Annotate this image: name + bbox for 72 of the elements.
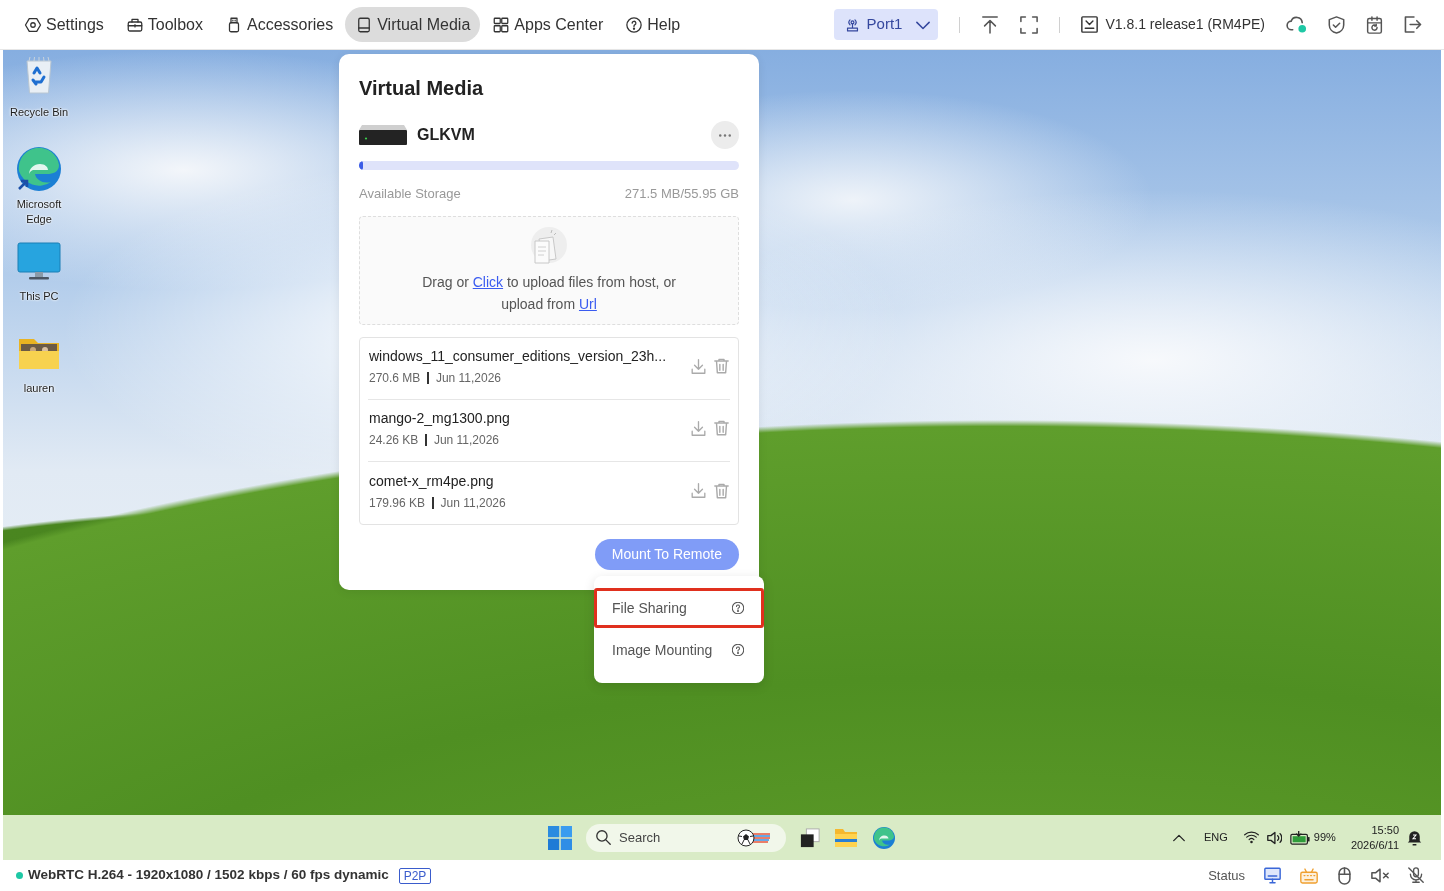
upload-dropzone[interactable]: Drag or Click to upload files from host, or upload from Url xyxy=(359,215,739,325)
panel-title: Virtual Media xyxy=(359,76,485,101)
logout-icon[interactable] xyxy=(1404,16,1422,33)
speaker-icon[interactable] xyxy=(1266,830,1282,845)
menu-item[interactable]: File Sharing xyxy=(594,588,764,628)
menu-item[interactable]: Image Mounting xyxy=(594,630,764,670)
status-dot-icon xyxy=(16,872,23,879)
dots-icon xyxy=(719,133,731,137)
desktop-icon-label: lauren xyxy=(22,381,56,396)
battery-icon[interactable] xyxy=(1289,830,1310,845)
language-indicator[interactable]: ENG xyxy=(1204,829,1228,846)
monitor-icon[interactable] xyxy=(1264,867,1281,884)
cloud-status-icon[interactable] xyxy=(1286,14,1307,35)
shield-check-icon[interactable] xyxy=(1328,15,1345,34)
upload-link[interactable]: Url xyxy=(578,295,597,312)
apps-grid-icon xyxy=(492,15,511,34)
clock-time[interactable]: 15:50 xyxy=(1350,822,1399,838)
pin-to-top-icon[interactable] xyxy=(981,15,1000,34)
browser-icon[interactable] xyxy=(872,825,896,850)
nav-tab[interactable]: Settings xyxy=(14,7,114,42)
search-icon xyxy=(596,830,611,845)
file-size: 24.26 KB xyxy=(369,433,419,448)
battery-percent: 99% xyxy=(1313,830,1336,846)
file-date: Jun 11,2026 xyxy=(440,495,506,510)
task-view-icon[interactable] xyxy=(800,827,820,848)
version-button[interactable]: V1.8.1 release1 (RM4PE) xyxy=(1081,14,1265,35)
notification-bell-icon[interactable] xyxy=(1407,829,1422,846)
microphone-off-icon[interactable] xyxy=(1408,867,1424,884)
speaker-muted-icon[interactable] xyxy=(1371,867,1389,884)
file-size: 179.96 KB xyxy=(369,495,426,510)
settings-icon xyxy=(24,15,42,34)
upload-instructions: Drag or Click to upload files from host, or upload from Url xyxy=(421,272,677,314)
clock-date[interactable]: 2026/6/11 xyxy=(1350,837,1399,853)
download-box-icon xyxy=(1081,16,1099,33)
windows-logo-icon[interactable] xyxy=(548,825,572,850)
search-input[interactable]: Search xyxy=(619,827,729,848)
nav-tab[interactable]: Accessories xyxy=(214,7,344,42)
desktop-icon-label: This PC xyxy=(18,289,60,304)
file-name[interactable]: comet-x_rm4pe.png xyxy=(369,471,691,490)
storage-device-icon xyxy=(359,125,407,145)
help-icon[interactable] xyxy=(732,644,744,656)
soccer-ball-icon xyxy=(737,827,771,848)
browser-icon[interactable] xyxy=(15,145,63,193)
file-name[interactable]: mango-2_mg1300.png xyxy=(369,409,691,428)
status-label[interactable]: Status xyxy=(1208,865,1245,886)
calendar-refresh-icon[interactable] xyxy=(1366,15,1383,34)
device-name: GLKVM xyxy=(417,125,475,145)
help-icon xyxy=(625,15,644,34)
stream-info: WebRTC H.264 - 1920x1080 / 1502 kbps / 60 fps dynamic xyxy=(28,866,389,885)
storage-reading: 271.5 MB/55.95 GB xyxy=(624,184,739,202)
fullscreen-icon[interactable] xyxy=(1020,15,1039,34)
port-dropdown[interactable]: Port1 xyxy=(833,9,939,40)
desktop-icon-label: Recycle Bin xyxy=(8,105,70,120)
search-box[interactable]: Search xyxy=(586,823,786,852)
chevron-up-icon[interactable] xyxy=(1173,833,1185,842)
upload-link[interactable]: Click xyxy=(472,273,504,290)
nav-tab[interactable]: Apps Center xyxy=(482,7,614,42)
nav-tab[interactable]: Virtual Media xyxy=(345,7,481,42)
file-date: Jun 11,2026 xyxy=(435,371,502,386)
nav-tab[interactable]: Help xyxy=(615,7,691,42)
file-name[interactable]: windows_11_consumer_editions_version_23h... xyxy=(369,347,691,366)
help-icon[interactable] xyxy=(732,602,744,614)
mouse-icon[interactable] xyxy=(1337,866,1352,885)
wifi-icon[interactable] xyxy=(1243,831,1259,844)
documents-icon xyxy=(529,226,569,265)
file-date: Jun 11,2026 xyxy=(433,433,500,448)
desktop-icon-label: Microsoft Edge xyxy=(15,197,63,227)
nav-tab[interactable]: Toolbox xyxy=(115,7,213,42)
connection-mode-tag: P2P xyxy=(398,867,432,884)
folder-icon[interactable] xyxy=(834,826,858,849)
file-size: 270.6 MB xyxy=(369,371,421,386)
storage-label: Available Storage xyxy=(359,184,461,202)
